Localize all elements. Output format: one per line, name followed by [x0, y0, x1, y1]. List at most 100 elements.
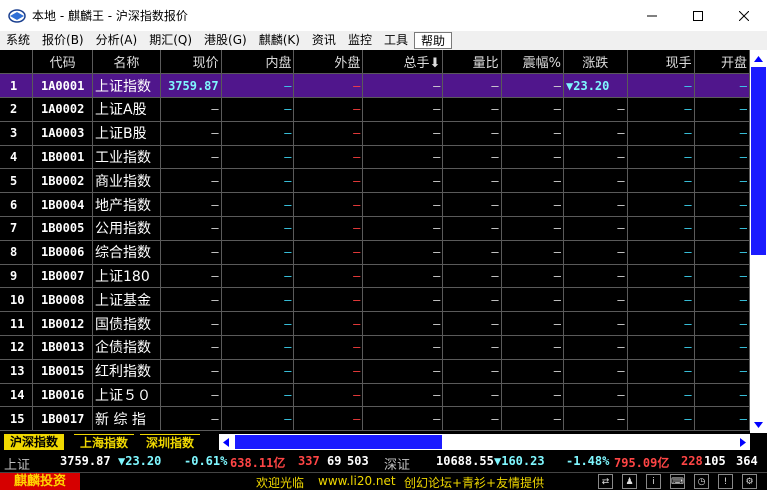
table-row[interactable]: 6 1B0004 地产指数 – – – – – – – – – — [0, 192, 750, 218]
tab-shenzhen-index[interactable]: 深圳指数 — [140, 434, 201, 450]
amplitude: – — [501, 264, 565, 289]
amplitude: – — [501, 192, 565, 218]
current-price: – — [160, 168, 222, 194]
keyboard-icon[interactable]: ⌨ — [670, 474, 685, 489]
col-header-inner-volume[interactable]: 内盘 — [221, 50, 295, 75]
menu-monitor[interactable]: 监控 — [342, 32, 378, 49]
table-row[interactable]: 8 1B0006 综合指数 – – – – – – – – – — [0, 240, 750, 265]
table-row[interactable]: 15 1B0017 新 综 指 – – – – – – – – – — [0, 406, 750, 432]
table-row[interactable]: 12 1B0013 企债指数 – – – – – – – – – — [0, 335, 750, 360]
col-header-price[interactable]: 现价 — [160, 50, 222, 75]
site-link[interactable]: www.li20.net — [318, 474, 396, 488]
row-index: 8 — [0, 240, 34, 265]
total-volume: – — [362, 335, 444, 360]
vertical-scroll-thumb[interactable] — [751, 67, 766, 255]
vertical-scrollbar[interactable] — [750, 50, 767, 433]
volume-ratio: – — [442, 240, 502, 265]
volume-ratio: – — [442, 216, 502, 241]
inner-volume: – — [221, 97, 295, 122]
scroll-down-button[interactable] — [750, 416, 767, 433]
tab-hushen-index[interactable]: 沪深指数 — [4, 434, 65, 450]
open-price: – — [694, 383, 750, 408]
stock-name: 新 综 指 — [92, 406, 161, 432]
tab-shanghai-index[interactable]: 上海指数 — [74, 434, 135, 450]
current-price: – — [160, 383, 222, 408]
menu-help[interactable]: 帮助 — [413, 32, 452, 49]
current-price: – — [160, 121, 222, 146]
minimize-button[interactable] — [629, 0, 675, 31]
current-price: – — [160, 264, 222, 289]
col-header-code[interactable]: 代码 — [32, 50, 93, 75]
current-price: – — [160, 335, 222, 360]
open-price: – — [694, 97, 750, 122]
tab-bar: 沪深指数 上海指数 深圳指数 — [0, 433, 767, 451]
users-icon[interactable]: ♟ — [622, 474, 637, 489]
current-volume: – — [627, 240, 695, 265]
maximize-button[interactable] — [675, 0, 721, 31]
horizontal-scroll-thumb[interactable] — [235, 435, 442, 449]
horizontal-scrollbar[interactable] — [219, 434, 750, 450]
col-header-name[interactable]: 名称 — [92, 50, 161, 75]
price-change: – — [563, 359, 628, 384]
outer-volume: – — [293, 168, 364, 194]
stock-code: 1B0002 — [32, 168, 93, 194]
col-header-volume-ratio[interactable]: 量比 — [442, 50, 502, 75]
col-header-change[interactable]: 涨跌 — [563, 50, 628, 75]
col-header-current-volume[interactable]: 现手 — [627, 50, 695, 75]
col-header-total-volume[interactable]: 总手⬇ — [362, 50, 444, 75]
table-row[interactable]: 1 1A0001 上证指数 3759.87– – – – – ▼23.20– – — [0, 73, 750, 99]
menu-analysis[interactable]: 分析(A) — [90, 32, 144, 49]
table-row[interactable]: 3 1A0003 上证B股 – – – – – – – – – — [0, 121, 750, 146]
table-row[interactable]: 13 1B0015 红利指数 – – – – – – – – – — [0, 359, 750, 384]
close-button[interactable] — [721, 0, 767, 31]
table-row[interactable]: 11 1B0012 国债指数 – – – – – – – – – — [0, 311, 750, 337]
info-icon[interactable]: i — [646, 474, 661, 489]
sh-amount: 638.11亿 — [230, 456, 286, 470]
inner-volume: – — [221, 73, 295, 99]
footer-bar: 麒麟投资 欢迎光临 www.li20.net 创幻论坛+青衫+友情提供 ⇄ ♟ … — [0, 472, 767, 490]
table-row[interactable]: 7 1B0005 公用指数 – – – – – – – – – — [0, 216, 750, 241]
col-header-open[interactable]: 开盘 — [694, 50, 750, 75]
sh-flat-count: 503 — [347, 454, 369, 468]
credits-text: 创幻论坛+青衫+友情提供 — [404, 476, 545, 490]
col-header-outer-volume[interactable]: 外盘 — [293, 50, 364, 75]
amplitude: – — [501, 97, 565, 122]
menu-system[interactable]: 系统 — [0, 32, 36, 49]
table-row[interactable]: 10 1B0008 上证基金 – – – – – – – – – — [0, 287, 750, 313]
table-row[interactable]: 2 1A0002 上证A股 – – – – – – – – – — [0, 97, 750, 122]
stock-code: 1B0016 — [32, 383, 93, 408]
scroll-up-button[interactable] — [750, 50, 767, 67]
menu-tools[interactable]: 工具 — [378, 32, 414, 49]
connect-icon[interactable]: ⇄ — [598, 474, 613, 489]
table-row[interactable]: 5 1B0002 商业指数 – – – – – – – – – — [0, 168, 750, 194]
total-volume: – — [362, 240, 444, 265]
row-index: 12 — [0, 335, 34, 360]
menu-qilin[interactable]: 麒麟(K) — [253, 32, 306, 49]
alert-icon[interactable]: ! — [718, 474, 733, 489]
scroll-left-button[interactable] — [219, 434, 233, 450]
col-header-amplitude[interactable]: 震幅% — [501, 50, 565, 75]
clock-icon[interactable]: ◷ — [694, 474, 709, 489]
window-title: 本地 - 麒麟王 - 沪深指数报价 — [32, 9, 188, 23]
current-volume: – — [627, 73, 695, 99]
sh-label: 上证 — [4, 458, 31, 473]
volume-ratio: – — [442, 359, 502, 384]
menu-news[interactable]: 资讯 — [306, 32, 342, 49]
row-index: 3 — [0, 121, 34, 146]
sz-down-count: 105 — [704, 454, 726, 468]
open-price: – — [694, 311, 750, 337]
menu-quote[interactable]: 报价(B) — [36, 32, 90, 49]
sz-up-count: 228 — [681, 454, 703, 468]
table-row[interactable]: 9 1B0007 上证180– – – – – – – – – — [0, 264, 750, 289]
table-row[interactable]: 4 1B0001 工业指数 – – – – – – – – – — [0, 145, 750, 170]
price-change: – — [563, 168, 628, 194]
settings-icon[interactable]: ⚙ — [742, 474, 757, 489]
menu-futures[interactable]: 期汇(Q) — [143, 32, 198, 49]
index-status-bar: 上证 3759.87 ▼23.20 -0.61% 638.11亿 337 69 … — [0, 451, 767, 473]
col-header-index — [0, 50, 34, 75]
menu-hk-stocks[interactable]: 港股(G) — [198, 32, 253, 49]
row-index: 4 — [0, 145, 34, 170]
scroll-right-button[interactable] — [736, 434, 750, 450]
table-row[interactable]: 14 1B0016 上证５０– – – – – – – – – — [0, 383, 750, 408]
row-index: 2 — [0, 97, 34, 122]
